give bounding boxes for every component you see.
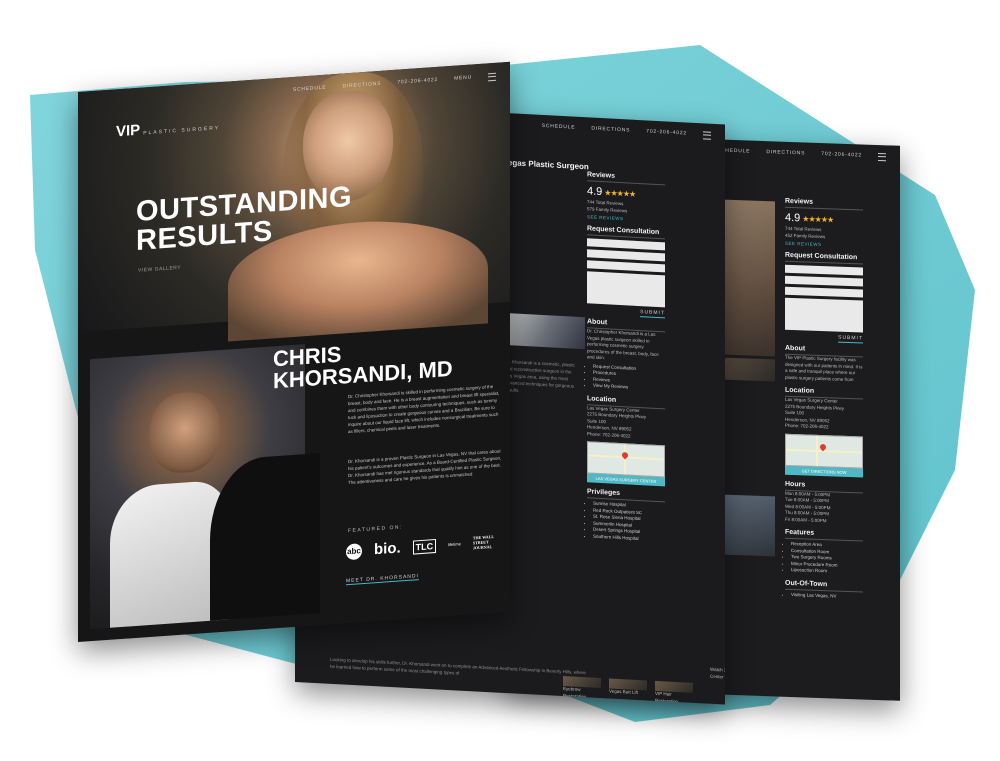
sidebar: Reviews 4.9 ★★★★★ 744 Total Reviews 579 F…	[587, 165, 665, 543]
family-reviews: 452 Family Reviews	[785, 232, 826, 239]
phone-field[interactable]	[587, 260, 665, 273]
submit-button[interactable]: SUBMIT	[587, 306, 665, 319]
nav-directions[interactable]: DIRECTIONS	[591, 126, 630, 136]
about-list: Request Consultation Procedures Reviews …	[587, 363, 665, 393]
submit-button[interactable]: SUBMIT	[785, 333, 863, 344]
top-nav: SCHEDULE DIRECTIONS 702-206-4022	[717, 147, 886, 162]
body-column: Dr. Khorsandi is a cosmetic, plastic and…	[505, 359, 575, 393]
photo-strip	[505, 313, 585, 350]
hero-title: OUTSTANDING RESULTS	[136, 180, 353, 257]
body-paragraph: Looking to develop his skills further, D…	[330, 656, 586, 676]
menu-icon[interactable]	[488, 72, 496, 82]
bio-paragraph: Dr. Christopher Khorsandi is skilled in …	[348, 383, 500, 435]
out-of-town-list: Visiting Las Vegas, NV	[785, 591, 863, 600]
phone-line: Phone: 702-206-4022	[785, 422, 829, 430]
about-text: Dr. Christopher Khorsandi is a Las Vegas…	[587, 328, 659, 361]
video-thumb[interactable]: VIP Hair Restoration	[655, 680, 693, 705]
top-nav: SCHEDULE DIRECTIONS 702-206-4022	[542, 123, 711, 140]
doctor-head	[150, 390, 220, 475]
about-text: The VIP Plastic Surgery facility was des…	[785, 354, 863, 382]
request-title: Request Consultation	[785, 251, 863, 265]
email-field[interactable]	[587, 249, 665, 262]
message-field[interactable]	[785, 297, 863, 333]
wsj-logo: THE WALL STREET JOURNAL	[472, 533, 494, 551]
features-title: Features	[785, 528, 863, 542]
nav-phone[interactable]: 702-206-4022	[646, 128, 687, 138]
name-field[interactable]	[785, 264, 863, 276]
request-title: Request Consultation	[587, 225, 665, 240]
bio-paragraph: Dr. Khorsandi is a proven Plastic Surgeo…	[348, 448, 502, 486]
doctor-name: CHRIS KHORSANDI, MD	[273, 341, 453, 394]
sidebar: Reviews 4.9 ★★★★★ 744 Total Reviews 452 F…	[785, 192, 863, 601]
privileges-list: Sunrise Hospital Red Rock Outpatient SC …	[587, 500, 665, 543]
nav-schedule[interactable]: SCHEDULE	[542, 123, 576, 133]
map-image[interactable]	[785, 433, 863, 469]
map-image[interactable]	[587, 441, 665, 478]
phone-field[interactable]	[785, 286, 863, 298]
nav-directions[interactable]: DIRECTIONS	[766, 149, 805, 158]
out-of-town-title: Out-Of-Town	[785, 579, 863, 593]
see-reviews-link[interactable]: SEE REVIEWS	[785, 241, 863, 249]
nav-phone[interactable]: 702-206-4022	[821, 151, 862, 160]
patient-silhouette	[210, 453, 320, 621]
list-item: Visiting Las Vegas, NV	[791, 591, 863, 600]
meet-doctor-link[interactable]: MEET DR. KHORSANDI	[346, 573, 419, 586]
videos-caption: Watch 3 Las Vegas Surgery Center Videos	[710, 666, 725, 680]
email-field[interactable]	[785, 275, 863, 287]
star-icons: ★★★★★	[604, 188, 636, 199]
nav-menu[interactable]: MENU	[454, 74, 472, 83]
featured-logos: abc bio. TLC lifetime THE WALL STREET JO…	[346, 532, 501, 560]
name-field[interactable]	[587, 238, 665, 251]
home-page-mockup: VIP PLASTIC SURGERY SCHEDULE DIRECTIONS 7…	[78, 61, 510, 642]
rating-value: 4.9	[785, 211, 801, 225]
hours-row: Fri 8:00AM - 5:00PM	[785, 516, 827, 523]
message-field[interactable]	[587, 271, 665, 308]
facility-photo-2	[720, 494, 775, 557]
rating-value: 4.9	[587, 185, 603, 199]
menu-icon[interactable]	[878, 153, 886, 162]
features-list: Reception Area Consultation Room Two Sur…	[785, 541, 863, 576]
star-icons: ★★★★★	[802, 214, 834, 225]
menu-icon[interactable]	[703, 131, 711, 140]
list-item: Liposuction Room	[791, 567, 863, 576]
page-heading: Vegas Plastic Surgeon	[503, 157, 589, 172]
featured-label: FEATURED ON:	[348, 524, 403, 535]
tlc-logo: TLC	[412, 538, 437, 555]
lifetime-logo: lifetime	[448, 541, 461, 548]
bio-logo: bio.	[374, 539, 401, 559]
abc-logo: abc	[346, 542, 362, 560]
